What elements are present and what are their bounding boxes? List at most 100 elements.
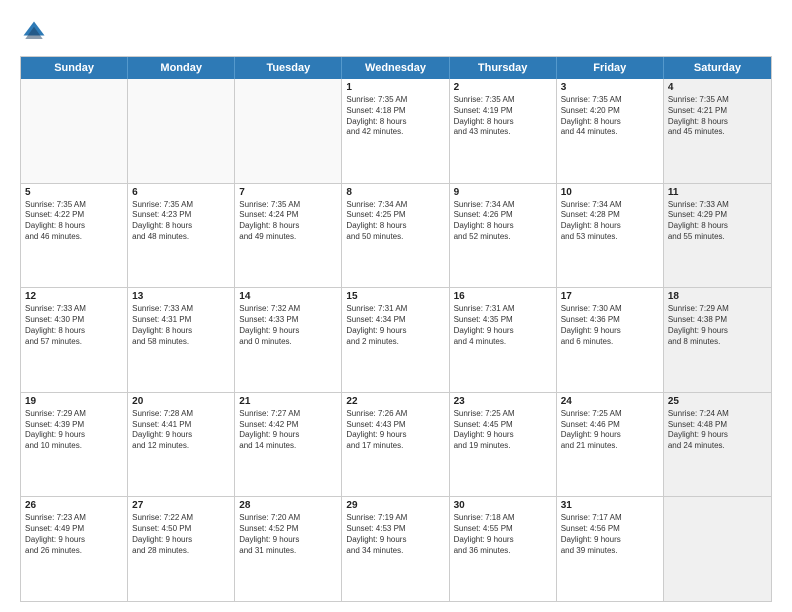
calendar-cell: 23 Sunrise: 7:25 AM Sunset: 4:45 PM Dayli… (450, 393, 557, 497)
day-number: 10 (561, 187, 659, 198)
cell-info: Sunrise: 7:33 AM Sunset: 4:30 PM Dayligh… (25, 304, 123, 347)
cell-info: Sunrise: 7:28 AM Sunset: 4:41 PM Dayligh… (132, 409, 230, 452)
calendar-cell: 28 Sunrise: 7:20 AM Sunset: 4:52 PM Dayli… (235, 497, 342, 601)
cell-info: Sunrise: 7:23 AM Sunset: 4:49 PM Dayligh… (25, 513, 123, 556)
day-number: 19 (25, 396, 123, 407)
cell-info: Sunrise: 7:20 AM Sunset: 4:52 PM Dayligh… (239, 513, 337, 556)
cell-info: Sunrise: 7:27 AM Sunset: 4:42 PM Dayligh… (239, 409, 337, 452)
cell-info: Sunrise: 7:31 AM Sunset: 4:34 PM Dayligh… (346, 304, 444, 347)
calendar-cell: 29 Sunrise: 7:19 AM Sunset: 4:53 PM Dayli… (342, 497, 449, 601)
cell-info: Sunrise: 7:25 AM Sunset: 4:45 PM Dayligh… (454, 409, 552, 452)
cell-info: Sunrise: 7:25 AM Sunset: 4:46 PM Dayligh… (561, 409, 659, 452)
calendar: SundayMondayTuesdayWednesdayThursdayFrid… (20, 56, 772, 602)
header-day-thursday: Thursday (450, 57, 557, 79)
day-number: 7 (239, 187, 337, 198)
calendar-cell: 16 Sunrise: 7:31 AM Sunset: 4:35 PM Dayli… (450, 288, 557, 392)
calendar-cell: 10 Sunrise: 7:34 AM Sunset: 4:28 PM Dayli… (557, 184, 664, 288)
cell-info: Sunrise: 7:35 AM Sunset: 4:20 PM Dayligh… (561, 95, 659, 138)
header-day-tuesday: Tuesday (235, 57, 342, 79)
calendar-header: SundayMondayTuesdayWednesdayThursdayFrid… (21, 57, 771, 79)
calendar-cell (128, 79, 235, 183)
day-number: 14 (239, 291, 337, 302)
calendar-cell: 18 Sunrise: 7:29 AM Sunset: 4:38 PM Dayli… (664, 288, 771, 392)
calendar-cell: 7Sunrise: 7:35 AM Sunset: 4:24 PM Daylig… (235, 184, 342, 288)
cell-info: Sunrise: 7:35 AM Sunset: 4:18 PM Dayligh… (346, 95, 444, 138)
calendar-row-0: 1 Sunrise: 7:35 AM Sunset: 4:18 PM Daylig… (21, 79, 771, 183)
cell-info: Sunrise: 7:32 AM Sunset: 4:33 PM Dayligh… (239, 304, 337, 347)
cell-info: Sunrise: 7:29 AM Sunset: 4:39 PM Dayligh… (25, 409, 123, 452)
day-number: 29 (346, 500, 444, 511)
calendar-cell: 27Sunrise: 7:22 AM Sunset: 4:50 PM Dayli… (128, 497, 235, 601)
calendar-cell: 15 Sunrise: 7:31 AM Sunset: 4:34 PM Dayli… (342, 288, 449, 392)
day-number: 16 (454, 291, 552, 302)
cell-info: Sunrise: 7:24 AM Sunset: 4:48 PM Dayligh… (668, 409, 767, 452)
calendar-row-2: 12 Sunrise: 7:33 AM Sunset: 4:30 PM Dayli… (21, 287, 771, 392)
cell-info: Sunrise: 7:29 AM Sunset: 4:38 PM Dayligh… (668, 304, 767, 347)
day-number: 11 (668, 187, 767, 198)
cell-info: Sunrise: 7:17 AM Sunset: 4:56 PM Dayligh… (561, 513, 659, 556)
calendar-body: 1 Sunrise: 7:35 AM Sunset: 4:18 PM Daylig… (21, 79, 771, 601)
day-number: 9 (454, 187, 552, 198)
day-number: 15 (346, 291, 444, 302)
calendar-cell: 22 Sunrise: 7:26 AM Sunset: 4:43 PM Dayli… (342, 393, 449, 497)
day-number: 17 (561, 291, 659, 302)
header-day-friday: Friday (557, 57, 664, 79)
calendar-cell: 14 Sunrise: 7:32 AM Sunset: 4:33 PM Dayli… (235, 288, 342, 392)
cell-info: Sunrise: 7:35 AM Sunset: 4:21 PM Dayligh… (668, 95, 767, 138)
header-day-monday: Monday (128, 57, 235, 79)
cell-info: Sunrise: 7:30 AM Sunset: 4:36 PM Dayligh… (561, 304, 659, 347)
calendar-row-4: 26Sunrise: 7:23 AM Sunset: 4:49 PM Dayli… (21, 496, 771, 601)
calendar-row-1: 5 Sunrise: 7:35 AM Sunset: 4:22 PM Daylig… (21, 183, 771, 288)
cell-info: Sunrise: 7:34 AM Sunset: 4:28 PM Dayligh… (561, 200, 659, 243)
day-number: 27 (132, 500, 230, 511)
calendar-cell: 4 Sunrise: 7:35 AM Sunset: 4:21 PM Daylig… (664, 79, 771, 183)
day-number: 5 (25, 187, 123, 198)
day-number: 23 (454, 396, 552, 407)
calendar-cell (21, 79, 128, 183)
header-day-saturday: Saturday (664, 57, 771, 79)
cell-info: Sunrise: 7:35 AM Sunset: 4:23 PM Dayligh… (132, 200, 230, 243)
day-number: 8 (346, 187, 444, 198)
day-number: 21 (239, 396, 337, 407)
day-number: 25 (668, 396, 767, 407)
calendar-cell: 11 Sunrise: 7:33 AM Sunset: 4:29 PM Dayli… (664, 184, 771, 288)
calendar-cell: 8Sunrise: 7:34 AM Sunset: 4:25 PM Daylig… (342, 184, 449, 288)
calendar-cell: 20 Sunrise: 7:28 AM Sunset: 4:41 PM Dayli… (128, 393, 235, 497)
calendar-cell: 19 Sunrise: 7:29 AM Sunset: 4:39 PM Dayli… (21, 393, 128, 497)
day-number: 22 (346, 396, 444, 407)
calendar-cell (235, 79, 342, 183)
page: SundayMondayTuesdayWednesdayThursdayFrid… (0, 0, 792, 612)
day-number: 12 (25, 291, 123, 302)
cell-info: Sunrise: 7:18 AM Sunset: 4:55 PM Dayligh… (454, 513, 552, 556)
calendar-cell: 6 Sunrise: 7:35 AM Sunset: 4:23 PM Daylig… (128, 184, 235, 288)
calendar-cell: 13Sunrise: 7:33 AM Sunset: 4:31 PM Dayli… (128, 288, 235, 392)
day-number: 13 (132, 291, 230, 302)
header (20, 18, 772, 46)
logo (20, 18, 52, 46)
calendar-cell: 24Sunrise: 7:25 AM Sunset: 4:46 PM Dayli… (557, 393, 664, 497)
cell-info: Sunrise: 7:34 AM Sunset: 4:26 PM Dayligh… (454, 200, 552, 243)
calendar-cell: 12 Sunrise: 7:33 AM Sunset: 4:30 PM Dayli… (21, 288, 128, 392)
calendar-cell: 30Sunrise: 7:18 AM Sunset: 4:55 PM Dayli… (450, 497, 557, 601)
day-number: 18 (668, 291, 767, 302)
day-number: 4 (668, 82, 767, 93)
header-day-wednesday: Wednesday (342, 57, 449, 79)
header-day-sunday: Sunday (21, 57, 128, 79)
day-number: 1 (346, 82, 444, 93)
cell-info: Sunrise: 7:35 AM Sunset: 4:19 PM Dayligh… (454, 95, 552, 138)
day-number: 3 (561, 82, 659, 93)
cell-info: Sunrise: 7:26 AM Sunset: 4:43 PM Dayligh… (346, 409, 444, 452)
calendar-cell: 25 Sunrise: 7:24 AM Sunset: 4:48 PM Dayli… (664, 393, 771, 497)
calendar-cell: 26Sunrise: 7:23 AM Sunset: 4:49 PM Dayli… (21, 497, 128, 601)
cell-info: Sunrise: 7:31 AM Sunset: 4:35 PM Dayligh… (454, 304, 552, 347)
calendar-cell (664, 497, 771, 601)
day-number: 28 (239, 500, 337, 511)
day-number: 2 (454, 82, 552, 93)
day-number: 20 (132, 396, 230, 407)
day-number: 6 (132, 187, 230, 198)
cell-info: Sunrise: 7:33 AM Sunset: 4:29 PM Dayligh… (668, 200, 767, 243)
cell-info: Sunrise: 7:19 AM Sunset: 4:53 PM Dayligh… (346, 513, 444, 556)
cell-info: Sunrise: 7:35 AM Sunset: 4:22 PM Dayligh… (25, 200, 123, 243)
calendar-cell: 1 Sunrise: 7:35 AM Sunset: 4:18 PM Daylig… (342, 79, 449, 183)
calendar-cell: 5 Sunrise: 7:35 AM Sunset: 4:22 PM Daylig… (21, 184, 128, 288)
